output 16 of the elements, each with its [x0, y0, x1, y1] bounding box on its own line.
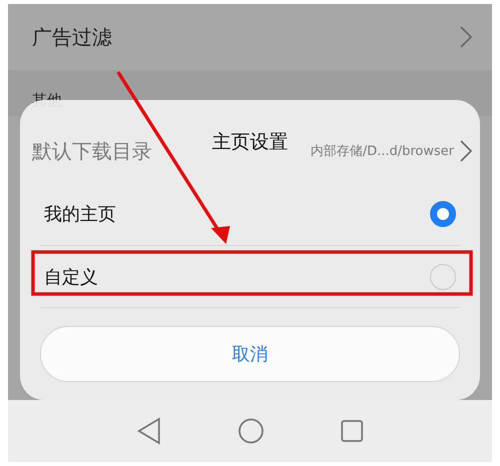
radio-button[interactable] — [430, 264, 456, 290]
dialog-title: 主页设置 — [212, 130, 288, 155]
radio-button[interactable] — [430, 201, 456, 228]
cancel-button[interactable]: 取消 — [40, 326, 460, 382]
section-title: 其他 — [32, 91, 62, 110]
settings-value: 内部存储/D...d/browser — [310, 143, 454, 160]
square-icon[interactable] — [341, 420, 364, 442]
settings-label: 默认下载目录 — [32, 138, 152, 164]
back-icon[interactable] — [136, 417, 161, 445]
settings-label: 广告过滤 — [32, 24, 112, 50]
option-label: 我的主页 — [44, 203, 116, 226]
home-icon[interactable] — [238, 418, 264, 444]
chevron-icon — [460, 26, 472, 48]
option-label: 自定义 — [44, 266, 98, 289]
option-row[interactable]: 自定义 — [40, 246, 460, 308]
chevron-icon — [460, 140, 472, 162]
